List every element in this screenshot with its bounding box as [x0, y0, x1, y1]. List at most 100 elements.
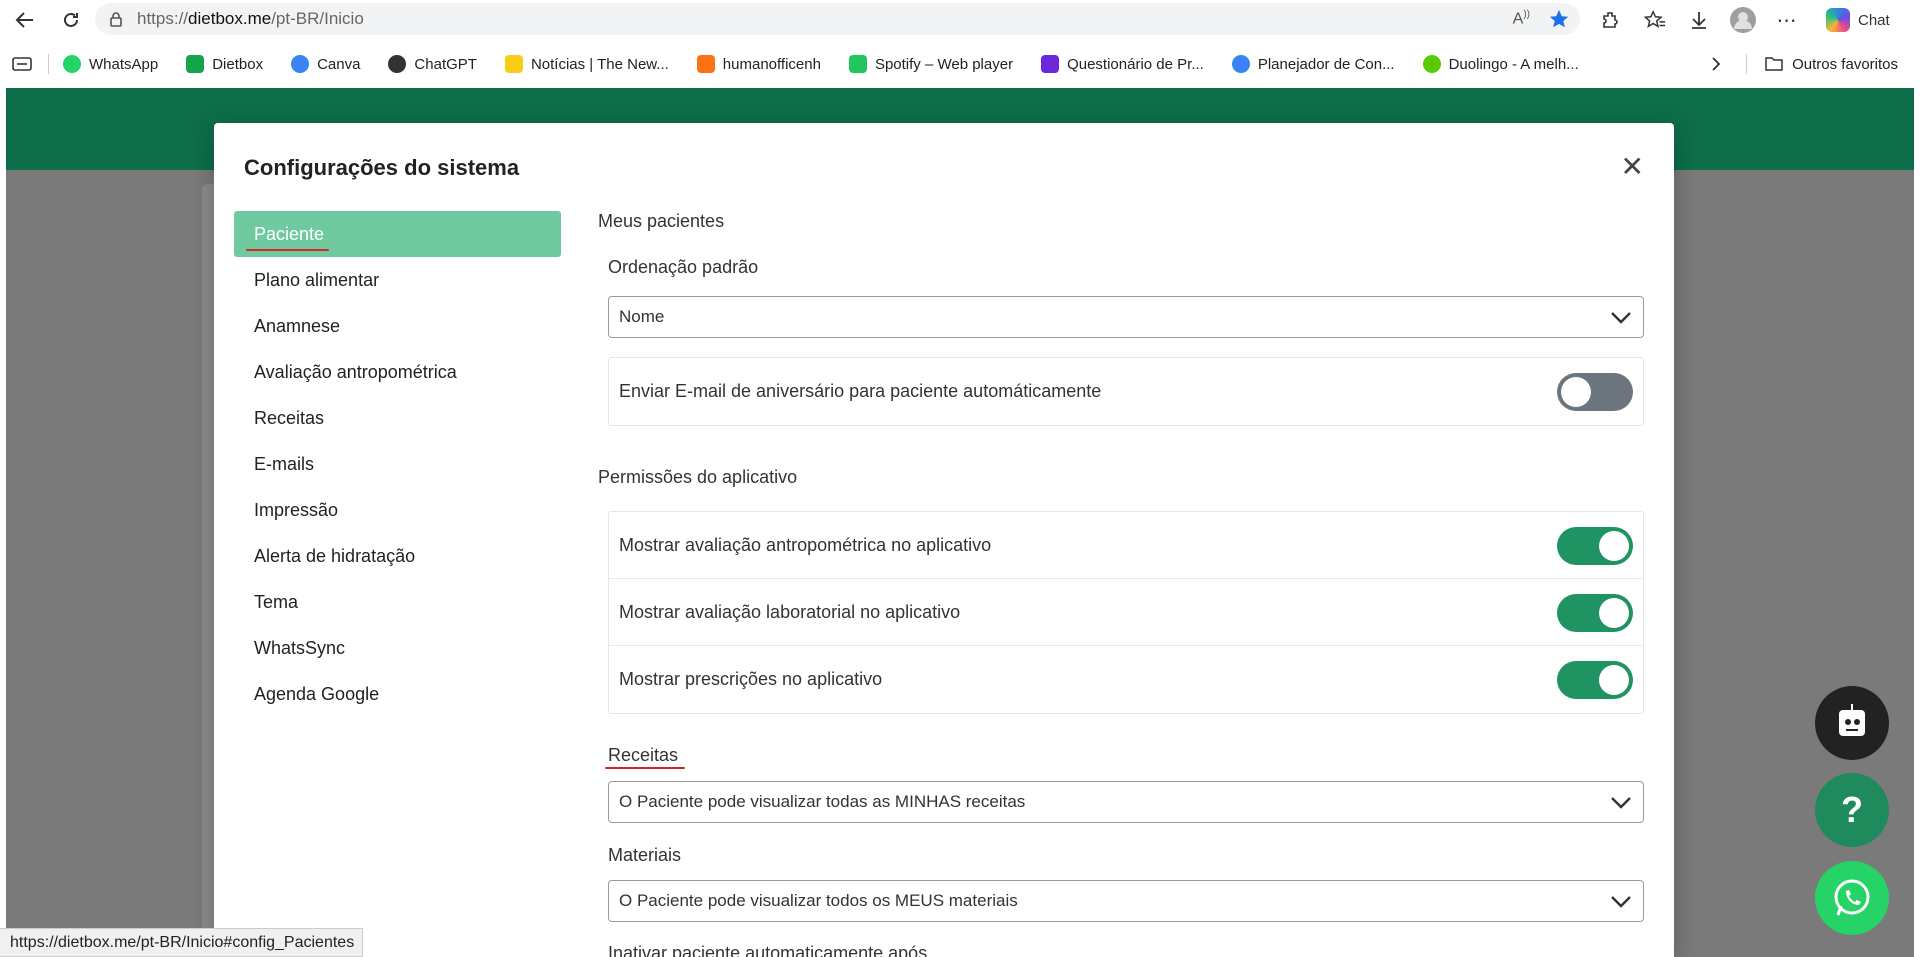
section-title-permissions: Permissões do aplicativo — [598, 467, 798, 487]
permission-label: Mostrar avaliação antropométrica no apli… — [619, 534, 992, 555]
ordering-select[interactable]: Nome — [608, 296, 1644, 338]
close-icon[interactable]: ✕ — [1621, 153, 1644, 181]
recipes-label: Receitas — [608, 745, 679, 765]
extensions-icon[interactable] — [1596, 5, 1626, 35]
sidebar-item[interactable]: Alerta de hidratação — [234, 533, 561, 579]
bookmark-label: Planejador de Con... — [1257, 55, 1395, 73]
url-text[interactable]: https://dietbox.me/pt-BR/Inicio — [137, 9, 364, 29]
sidebar-item[interactable]: Plano alimentar — [234, 257, 561, 303]
sidebar-item-label: Agenda Google — [254, 683, 380, 704]
duolingo-icon — [1422, 55, 1441, 73]
sidebar-item[interactable]: Paciente — [234, 211, 561, 257]
whatsapp-float-button[interactable] — [1815, 861, 1889, 935]
sidebar-item[interactable]: Agenda Google — [234, 671, 561, 717]
birthday-email-toggle[interactable] — [1557, 373, 1633, 411]
site-info-icon[interactable] — [107, 10, 125, 28]
whatsapp-icon — [1834, 879, 1870, 916]
sidebar-item[interactable]: Receitas — [234, 395, 561, 441]
help-button[interactable]: ? — [1815, 773, 1889, 847]
permission-toggle[interactable] — [1557, 661, 1633, 699]
bookmark-label: humanofficenh — [722, 55, 821, 73]
birthday-email-label: Enviar E-mail de aniversário para pacien… — [619, 381, 1102, 401]
materials-label: Materiais — [608, 845, 682, 865]
chat-label: Chat — [1858, 11, 1890, 29]
more-options-icon[interactable]: ⋯ — [1772, 5, 1802, 35]
sidebar-item-label: Alerta de hidratação — [254, 545, 416, 566]
permission-row: Mostrar avaliação laboratorial no aplica… — [609, 579, 1643, 646]
permissions-card: Mostrar avaliação antropométrica no apli… — [608, 511, 1644, 714]
dietbox-icon — [186, 55, 205, 73]
assistant-bot-button[interactable] — [1815, 686, 1889, 760]
robot-icon — [1839, 704, 1865, 736]
permission-toggle[interactable] — [1557, 527, 1633, 565]
favorites-icon[interactable] — [1640, 5, 1670, 35]
sidebar-item-label: Paciente — [254, 223, 325, 244]
other-favorites[interactable]: Outros favoritos — [1764, 44, 1898, 84]
favorite-star-icon[interactable] — [1548, 8, 1570, 30]
share-icon — [696, 55, 715, 73]
sidebar-item-label: Anamnese — [254, 315, 341, 336]
folder-icon — [1765, 57, 1783, 71]
sidebar-item-label: WhatsSync — [254, 637, 346, 658]
ordering-value: Nome — [619, 307, 665, 326]
download-icon[interactable] — [1684, 5, 1714, 35]
reload-icon — [64, 12, 78, 27]
bookmark-item[interactable]: humanofficenh — [683, 48, 835, 80]
bookmark-item[interactable]: Canva — [277, 48, 374, 80]
sidebar-item-label: Plano alimentar — [254, 269, 380, 290]
copilot-icon — [1826, 8, 1850, 32]
sidebar-item[interactable]: Avaliação antropométrica — [234, 349, 561, 395]
sidebar-item-label: E-mails — [254, 453, 315, 474]
bookmark-label: ChatGPT — [414, 55, 477, 73]
bookmark-item[interactable]: Duolingo - A melh... — [1409, 48, 1593, 80]
chatgpt-icon — [388, 55, 407, 73]
modal-title: Configurações do sistema — [244, 155, 520, 180]
bookmark-item[interactable]: ChatGPT — [374, 48, 491, 80]
bookmark-item[interactable]: Notícias | The New... — [491, 48, 683, 80]
sidebar-item[interactable]: Tema — [234, 579, 561, 625]
bookmarks-bar: WhatsApp Dietbox Canva ChatGPT Notícias | Th… — [0, 44, 1920, 84]
birthday-email-row: Enviar E-mail de aniversário para pacien… — [609, 358, 1643, 425]
recipes-value: O Paciente pode visualizar todas as MINH… — [619, 792, 1026, 811]
chevron-down-icon — [1611, 312, 1631, 324]
copilot-chat-button[interactable]: Chat — [1816, 4, 1900, 36]
permission-toggle[interactable] — [1557, 594, 1633, 632]
materials-select[interactable]: O Paciente pode visualizar todos os MEUS… — [608, 880, 1644, 922]
chevron-right-icon[interactable] — [1707, 55, 1725, 73]
reload-button[interactable] — [52, 1, 90, 39]
sidebar-item-label: Receitas — [254, 407, 325, 428]
sidebar-item[interactable]: Anamnese — [234, 303, 561, 349]
chevron-down-icon — [1611, 896, 1631, 908]
recipes-select[interactable]: O Paciente pode visualizar todas as MINH… — [608, 781, 1644, 823]
bookmark-item[interactable]: Planejador de Con... — [1218, 48, 1409, 80]
sidebar-item[interactable]: Impressão — [234, 487, 561, 533]
sidebar-item-label: Avaliação antropométrica — [254, 361, 457, 382]
sidebar-item-label: Tema — [254, 591, 299, 612]
bookmark-item[interactable]: Dietbox — [172, 48, 277, 80]
spotify-icon — [848, 55, 867, 73]
settings-modal: Configurações do sistema ✕ Paciente Plano… — [214, 123, 1674, 957]
bookmark-item[interactable]: WhatsApp — [49, 48, 172, 80]
annotation-underline — [605, 767, 685, 769]
bookmark-label: Canva — [317, 55, 361, 73]
news-icon — [504, 55, 523, 73]
birthday-email-card: Enviar E-mail de aniversário para pacien… — [608, 357, 1644, 426]
forms-icon — [1041, 55, 1060, 73]
back-button[interactable] — [6, 1, 44, 39]
permission-row: Mostrar prescrições no aplicativo — [609, 646, 1643, 713]
bookmark-label: Duolingo - A melh... — [1448, 55, 1579, 73]
read-aloud-icon[interactable]: A)) — [1513, 9, 1530, 28]
sidebar-item[interactable]: WhatsSync — [234, 625, 561, 671]
annotation-underline — [246, 249, 329, 251]
address-bar[interactable]: https://dietbox.me/pt-BR/Inicio A)) — [95, 3, 1580, 35]
bookmark-label: Questionário de Pr... — [1067, 55, 1204, 73]
permission-row: Mostrar avaliação antropométrica no apli… — [609, 512, 1643, 579]
bookmark-label: Spotify – Web player — [874, 55, 1014, 73]
section-title-patients: Meus pacientes — [598, 211, 725, 231]
bookmark-item[interactable]: Questionário de Pr... — [1027, 48, 1218, 80]
bookmark-item[interactable]: Spotify – Web player — [835, 48, 1027, 80]
reading-list-icon[interactable] — [0, 48, 42, 80]
sidebar-item[interactable]: E-mails — [234, 441, 561, 487]
profile-avatar[interactable] — [1728, 5, 1758, 35]
canva-icon — [1231, 55, 1250, 73]
